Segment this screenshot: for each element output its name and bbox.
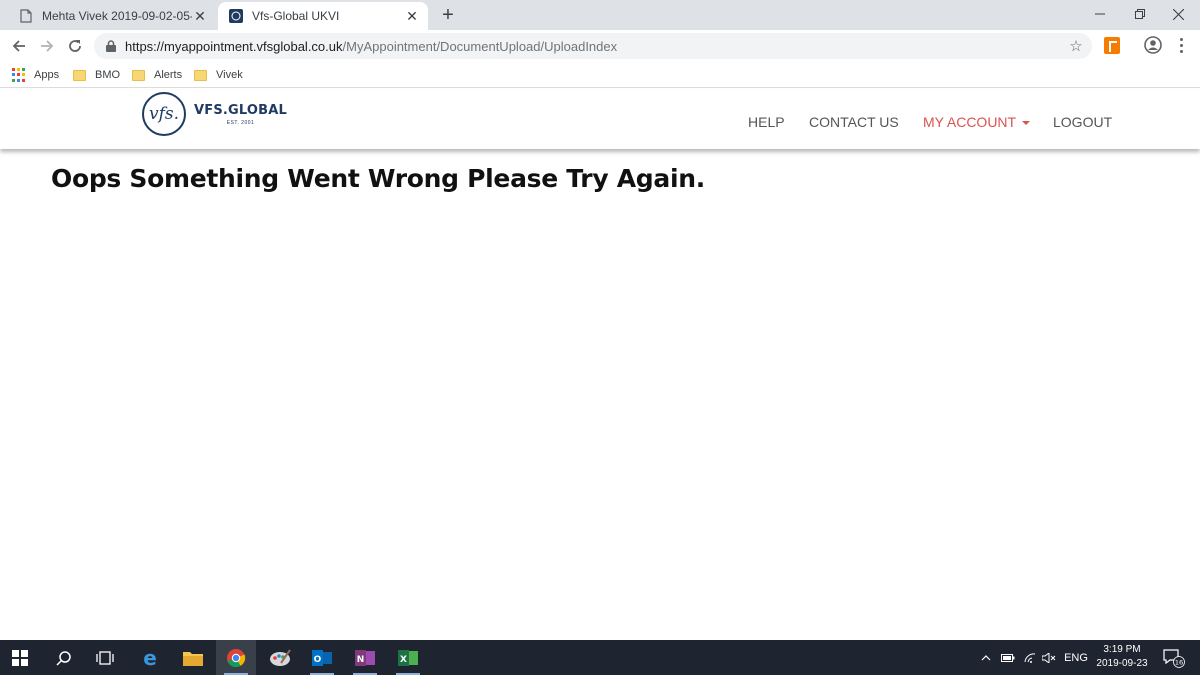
paint-icon[interactable] (260, 640, 300, 675)
browser-toolbar: https://myappointment.vfsglobal.co.uk/My… (0, 30, 1200, 62)
logo-est: EST. 2001 (226, 119, 255, 126)
clock-time: 3:19 PM (1103, 644, 1141, 655)
onenote-icon[interactable]: N (345, 640, 385, 675)
volume-muted-icon[interactable] (1040, 640, 1058, 675)
task-view-icon[interactable] (85, 640, 125, 675)
apps-grid-icon (12, 68, 26, 82)
reload-icon[interactable] (64, 35, 86, 57)
chrome-icon[interactable] (216, 640, 256, 675)
extension-icon[interactable] (1104, 37, 1120, 54)
wifi-icon[interactable] (1020, 640, 1040, 675)
profile-icon[interactable] (1144, 36, 1162, 54)
edge-icon[interactable]: e (130, 640, 170, 675)
bookmark-apps[interactable]: Apps (12, 66, 59, 84)
tab-title: Mehta Vivek 2019-09-02-05-18 C (42, 9, 192, 23)
chrome-menu-icon[interactable] (1172, 36, 1190, 54)
battery-icon[interactable] (998, 640, 1018, 675)
bookmark-vivek[interactable]: Vivek (194, 66, 243, 84)
url-path: /MyAppointment/DocumentUpload/UploadInde… (342, 38, 618, 54)
nav-my-account-label: MY ACCOUNT (923, 114, 1017, 130)
nav-logout[interactable]: LOGOUT (1053, 114, 1112, 130)
bookmark-bmo[interactable]: BMO (73, 66, 120, 84)
clock[interactable]: 3:19 PM 2019-09-23 (1090, 643, 1154, 671)
bookmark-label: Apps (34, 69, 60, 81)
vfs-logo[interactable]: vfs. VFS.GLOBAL EST. 2001 (142, 92, 287, 136)
close-tab-icon[interactable]: ✕ (192, 8, 208, 24)
search-icon[interactable] (44, 640, 84, 675)
error-message: Oops Something Went Wrong Please Try Aga… (51, 164, 705, 193)
logo-name: VFS.GLOBAL (194, 102, 288, 118)
svg-text:e: e (143, 648, 157, 668)
url-text: https://myappointment.vfsglobal.co.uk/My… (125, 39, 617, 54)
back-icon[interactable] (8, 35, 30, 57)
bookmark-star-icon[interactable]: ☆ (1066, 36, 1086, 56)
nav-help[interactable]: HELP (748, 114, 785, 130)
tab-title: Vfs-Global UKVI (252, 9, 340, 23)
tab-strip: Mehta Vivek 2019-09-02-05-18 C ✕ Vfs-Glo… (0, 0, 1200, 30)
site-header: vfs. VFS.GLOBAL EST. 2001 HELP CONTACT U… (0, 90, 1200, 149)
bookmark-label: Alerts (154, 69, 183, 81)
tab-mehta-vivek[interactable]: Mehta Vivek 2019-09-02-05-18 C ✕ (8, 2, 216, 30)
notification-count: 16 (1175, 658, 1183, 666)
svg-text:O: O (314, 655, 322, 665)
browser-window: Mehta Vivek 2019-09-02-05-18 C ✕ Vfs-Glo… (0, 0, 1200, 640)
file-explorer-icon[interactable] (173, 640, 213, 675)
close-window-icon[interactable] (1156, 0, 1200, 28)
folder-icon (73, 69, 86, 81)
document-icon (18, 8, 34, 24)
address-bar[interactable]: https://myappointment.vfsglobal.co.uk/My… (94, 33, 1092, 59)
bookmark-alerts[interactable]: Alerts (132, 66, 182, 84)
vfs-favicon-icon (228, 8, 244, 24)
url-host: https://myappointment.vfsglobal.co.uk (125, 38, 343, 54)
minimize-icon[interactable] (1078, 0, 1122, 28)
outlook-icon[interactable]: O (302, 640, 342, 675)
folder-icon (132, 69, 145, 81)
excel-icon[interactable]: X (388, 640, 428, 675)
svg-text:X: X (400, 655, 407, 665)
lock-icon (104, 39, 118, 53)
bookmark-label: BMO (95, 69, 121, 81)
svg-text:N: N (357, 655, 365, 665)
logo-mark: vfs. (142, 92, 186, 136)
language-indicator[interactable]: ENG (1062, 640, 1090, 675)
tab-vfs-global[interactable]: Vfs-Global UKVI ✕ (218, 2, 428, 30)
nav-contact-us[interactable]: CONTACT US (809, 114, 899, 130)
new-tab-button[interactable]: + (438, 5, 458, 25)
nav-my-account[interactable]: MY ACCOUNT (923, 114, 1031, 130)
bookmark-label: Vivek (216, 69, 243, 81)
notification-center-icon[interactable]: 16 (1160, 640, 1188, 675)
forward-icon[interactable] (36, 35, 58, 57)
windows-taskbar: e O N X ENG 3:19 PM 2019-09-23 16 (0, 640, 1200, 675)
caret-down-icon (1022, 121, 1031, 126)
bookmarks-bar: Apps BMO Alerts Vivek (0, 62, 1200, 88)
show-hidden-icons-icon[interactable] (978, 640, 994, 675)
clock-date: 2019-09-23 (1096, 658, 1148, 669)
close-tab-icon[interactable]: ✕ (404, 8, 420, 24)
logo-text: VFS.GLOBAL EST. 2001 (194, 103, 287, 126)
start-icon[interactable] (0, 640, 40, 675)
folder-icon (194, 69, 207, 81)
